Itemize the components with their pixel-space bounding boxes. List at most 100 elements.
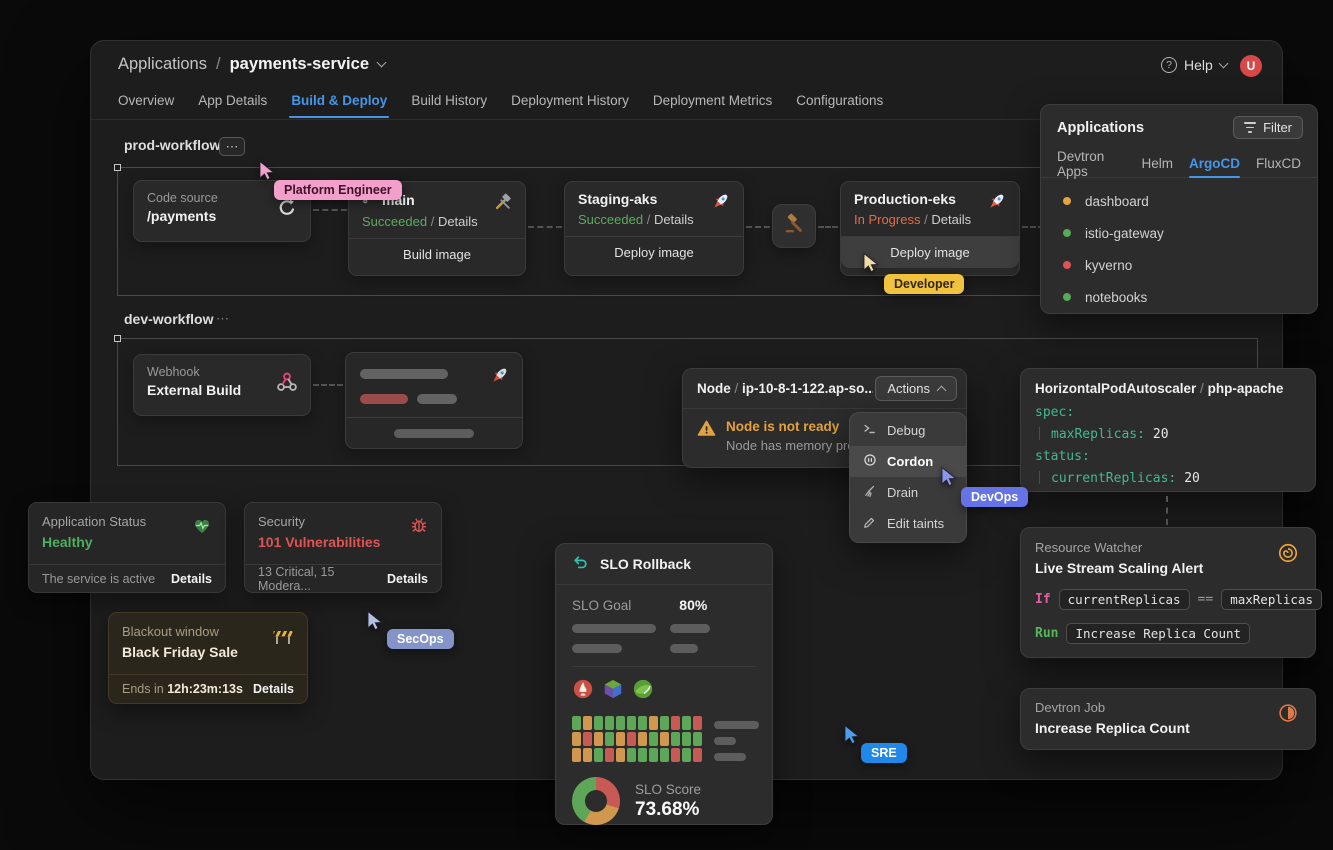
heatmap-cell xyxy=(605,748,614,762)
node-name: ip-10-8-1-122.ap-so... xyxy=(742,381,873,396)
rocket-icon xyxy=(488,365,510,392)
production-details-link[interactable]: Details xyxy=(931,212,971,227)
blackout-details-link[interactable]: Details xyxy=(253,682,294,696)
heatmap-cell xyxy=(616,732,625,746)
menu-item-edit-taints[interactable]: Edit taints xyxy=(850,508,966,539)
job-title: Increase Replica Count xyxy=(1035,720,1301,736)
heatmap-cell xyxy=(693,748,702,762)
tab-deployment-metrics[interactable]: Deployment Metrics xyxy=(653,93,772,108)
more-options-button[interactable]: ⋯ xyxy=(219,137,245,156)
tab-deployment-history[interactable]: Deployment History xyxy=(511,93,629,108)
tab-configurations[interactable]: Configurations xyxy=(796,93,883,108)
heatmap-cell xyxy=(583,716,592,730)
heatmap-cell xyxy=(671,748,680,762)
tab-argocd[interactable]: ArgoCD xyxy=(1189,150,1240,177)
connector xyxy=(1166,496,1168,525)
heatmap-cell xyxy=(660,748,669,762)
heatmap-cell xyxy=(572,732,581,746)
staging-deploy-image-button[interactable]: Deploy image xyxy=(565,236,743,268)
operator: == xyxy=(1198,592,1214,607)
watcher-label: Resource Watcher xyxy=(1035,540,1301,555)
slo-panel-title: SLO Rollback xyxy=(600,556,691,572)
heatmap-cell xyxy=(616,748,625,762)
cursor-developer xyxy=(860,252,882,279)
security-details-link[interactable]: Details xyxy=(387,572,428,586)
connector xyxy=(313,384,343,386)
webhook-value: External Build xyxy=(147,382,297,398)
filter-button[interactable]: Filter xyxy=(1233,116,1303,139)
slo-goal-label: SLO Goal xyxy=(572,598,631,613)
drain-icon xyxy=(863,484,877,501)
persona-badge-secops: SecOps xyxy=(387,629,454,649)
staging-title: Staging-aks xyxy=(578,191,730,207)
countdown-value: 12h:23m:13s xyxy=(167,682,243,696)
run-action-chip[interactable]: Increase Replica Count xyxy=(1066,623,1250,644)
resize-handle[interactable] xyxy=(114,164,121,171)
avatar[interactable]: U xyxy=(1240,55,1262,77)
production-status: In Progress xyxy=(854,212,920,227)
breadcrumb-applications[interactable]: Applications xyxy=(118,55,207,74)
heart-pulse-icon xyxy=(191,515,213,540)
watcher-title: Live Stream Scaling Alert xyxy=(1035,560,1301,576)
security-card[interactable]: Security 101 Vulnerabilities 13 Critical… xyxy=(244,502,442,593)
webhook-card[interactable]: Webhook External Build xyxy=(133,354,311,416)
connector xyxy=(528,226,562,228)
operand-chip[interactable]: maxReplicas xyxy=(1221,589,1322,610)
tab-build-deploy[interactable]: Build & Deploy xyxy=(291,93,387,108)
blackout-window-card[interactable]: Blackout window Black Friday Sale Ends i… xyxy=(108,612,308,704)
staging-card[interactable]: Staging-aks Succeeded / Details Deploy i… xyxy=(564,181,744,276)
heatmap-cell xyxy=(583,732,592,746)
approval-gate[interactable] xyxy=(772,204,816,248)
application-status-card[interactable]: Application Status Healthy The service i… xyxy=(28,502,226,593)
countdown-prefix: Ends in xyxy=(122,682,164,696)
chevron-down-icon[interactable] xyxy=(377,58,387,68)
breadcrumb-app-name: payments-service xyxy=(230,55,369,74)
app-list-item[interactable]: istio-gateway xyxy=(1041,217,1317,249)
menu-item-debug[interactable]: Debug xyxy=(850,415,966,446)
applications-tabs: Devtron Apps Helm ArgoCD FluxCD xyxy=(1041,146,1317,178)
breadcrumb: Applications / payments-service xyxy=(118,55,385,74)
build-image-button[interactable]: Build image xyxy=(349,238,525,270)
heatmap-cell xyxy=(572,716,581,730)
tab-devtron-apps[interactable]: Devtron Apps xyxy=(1057,150,1125,177)
tab-build-history[interactable]: Build History xyxy=(411,93,487,108)
cube-icon xyxy=(602,678,624,705)
tab-helm[interactable]: Helm xyxy=(1141,150,1173,177)
tab-fluxcd[interactable]: FluxCD xyxy=(1256,150,1301,177)
security-card-footer: 13 Critical, 15 Modera... xyxy=(258,565,387,593)
staging-details-link[interactable]: Details xyxy=(654,212,694,227)
rocket-icon xyxy=(709,191,731,218)
pause-circle-icon xyxy=(863,453,877,470)
yaml-block: spec: maxReplicas:20 status: currentRepl… xyxy=(1021,400,1315,500)
build-details-link[interactable]: Details xyxy=(438,214,478,229)
heatmap-cell xyxy=(693,732,702,746)
actions-button[interactable]: Actions xyxy=(875,376,957,401)
skeleton-bar xyxy=(572,624,656,633)
connector xyxy=(818,226,838,228)
monitoring-icon xyxy=(632,678,654,705)
devtron-job-panel[interactable]: Devtron Job Increase Replica Count xyxy=(1020,688,1316,750)
app-list-item[interactable]: dashboard xyxy=(1041,185,1317,217)
filter-icon xyxy=(1244,122,1256,132)
persona-badge-devops: DevOps xyxy=(961,487,1028,507)
tab-overview[interactable]: Overview xyxy=(118,93,174,108)
app-list-item[interactable]: kyverno xyxy=(1041,249,1317,281)
persona-badge-developer: Developer xyxy=(884,274,964,294)
code-source-value: /payments xyxy=(147,208,297,224)
resize-handle[interactable] xyxy=(114,335,121,342)
more-options-button[interactable]: ⋯ xyxy=(216,311,229,327)
hpa-kind: HorizontalPodAutoscaler xyxy=(1035,381,1196,396)
operand-chip[interactable]: currentReplicas xyxy=(1059,589,1190,610)
heatmap-cell xyxy=(660,716,669,730)
status-details-link[interactable]: Details xyxy=(171,572,212,586)
heatmap-cell xyxy=(649,748,658,762)
applications-panel: Applications Filter Devtron Apps Helm Ar… xyxy=(1040,104,1318,314)
hpa-name: php-apache xyxy=(1208,381,1284,396)
tab-app-details[interactable]: App Details xyxy=(198,93,267,108)
resource-watcher-panel: Resource Watcher Live Stream Scaling Ale… xyxy=(1020,527,1316,658)
heatmap-cell xyxy=(682,732,691,746)
heatmap-cell xyxy=(616,716,625,730)
slo-score-value: 73.68% xyxy=(635,799,701,821)
app-list-item[interactable]: notebooks xyxy=(1041,281,1317,313)
help-menu[interactable]: ? Help xyxy=(1161,57,1227,73)
